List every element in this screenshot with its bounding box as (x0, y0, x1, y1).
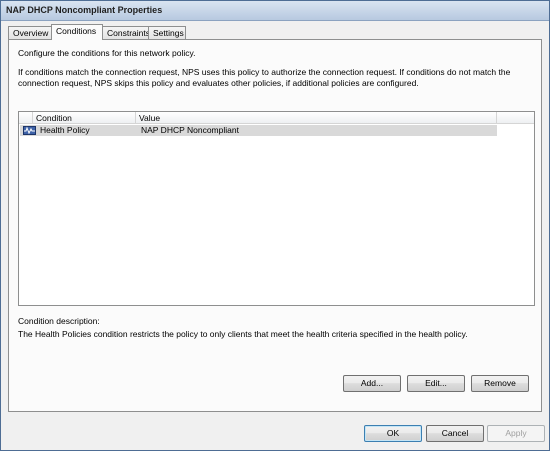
health-policy-icon (23, 126, 36, 135)
tab-constraints[interactable]: Constraints (102, 26, 150, 39)
apply-button[interactable]: Apply (487, 425, 545, 442)
properties-dialog: NAP DHCP Noncompliant Properties Overvie… (0, 0, 550, 451)
tab-overview[interactable]: Overview (8, 26, 52, 39)
condition-description-text: The Health Policies condition restricts … (18, 329, 468, 339)
ok-button[interactable]: OK (364, 425, 422, 442)
row-condition-cell: Health Policy (40, 125, 90, 135)
icon-column-header (19, 112, 33, 124)
edit-button[interactable]: Edit... (407, 375, 465, 392)
row-value-cell: NAP DHCP Noncompliant (141, 125, 239, 135)
value-column-header[interactable]: Value (136, 112, 497, 124)
intro-text: Configure the conditions for this networ… (18, 48, 196, 58)
tab-conditions[interactable]: Conditions (51, 24, 103, 40)
cancel-button[interactable]: Cancel (426, 425, 484, 442)
tab-settings[interactable]: Settings (148, 26, 186, 39)
explanation-line-1: If conditions match the connection reque… (18, 67, 511, 77)
list-header: Condition Value (19, 112, 534, 124)
conditions-list[interactable]: Condition Value Health Policy NAP DHCP N… (18, 111, 535, 306)
remove-button[interactable]: Remove (471, 375, 529, 392)
add-button[interactable]: Add... (343, 375, 401, 392)
title-bar[interactable]: NAP DHCP Noncompliant Properties (1, 1, 549, 21)
condition-description-label: Condition description: (18, 316, 100, 326)
explanation-line-2: connection request, NPS skips this polic… (18, 78, 419, 88)
conditions-panel: Configure the conditions for this networ… (8, 39, 542, 412)
table-row[interactable]: Health Policy NAP DHCP Noncompliant (20, 125, 497, 136)
window-title: NAP DHCP Noncompliant Properties (6, 5, 163, 15)
condition-column-header[interactable]: Condition (33, 112, 136, 124)
